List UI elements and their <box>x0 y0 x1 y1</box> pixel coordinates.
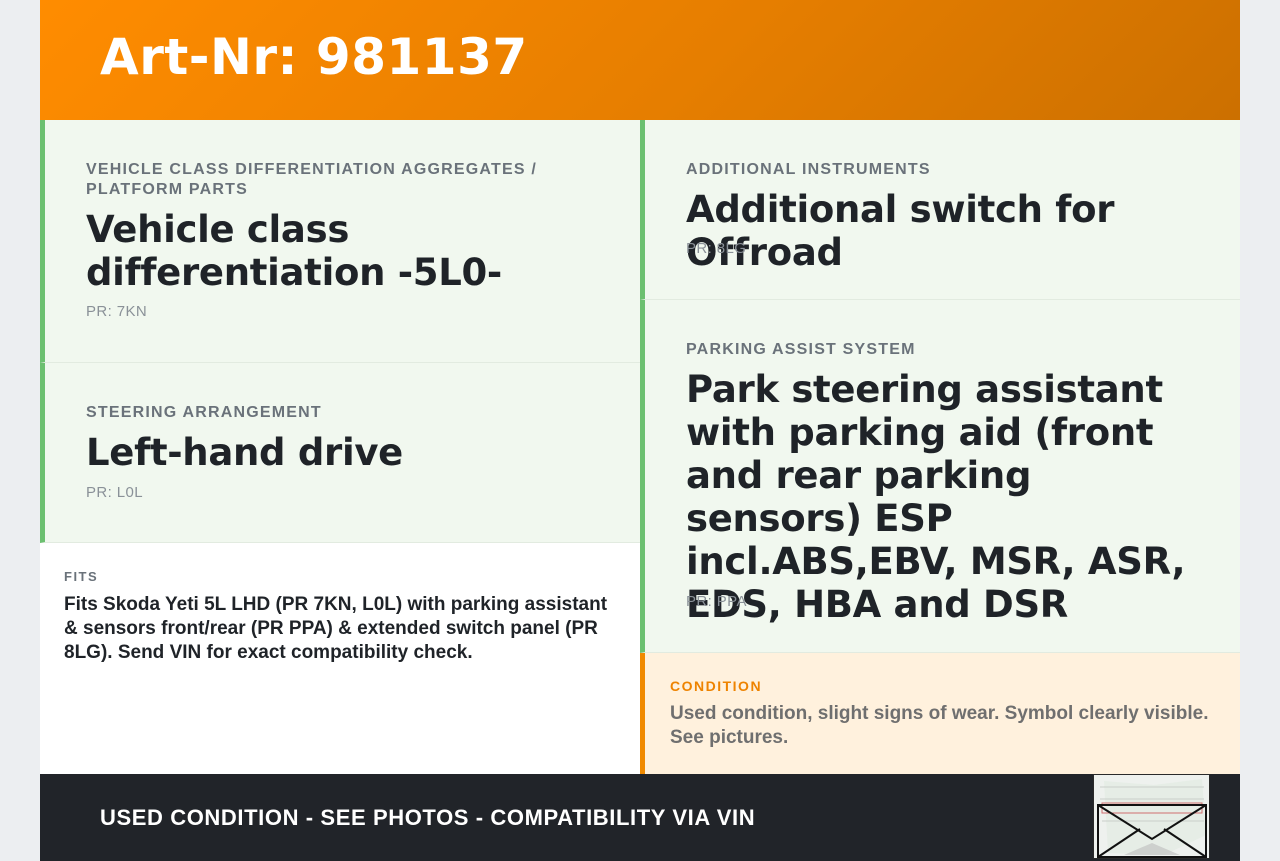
condition-section: CONDITION Used condition, slight signs o… <box>640 653 1240 774</box>
footer-slogan: USED CONDITION - SEE PHOTOS - COMPATIBIL… <box>100 805 756 830</box>
fits-text: Fits Skoda Yeti 5L LHD (PR 7KN, L0L) wit… <box>64 594 608 663</box>
product-sheet: Art-Nr: 981137 VEHICLE CLASS DIFFERENTIA… <box>40 0 1240 861</box>
header-banner: Art-Nr: 981137 <box>40 0 1240 120</box>
card-pr-code: PR: PPA <box>686 593 747 610</box>
fits-section: FITS Fits Skoda Yeti 5L LHD (PR 7KN, L0L… <box>40 543 640 774</box>
card-pr-code: PR: 8LG <box>686 240 747 257</box>
fits-label: FITS <box>64 569 99 584</box>
card-parking-assist: PARKING ASSIST SYSTEM Park steering assi… <box>640 300 1240 653</box>
card-instruments: ADDITIONAL INSTRUMENTS Additional switch… <box>640 120 1240 300</box>
card-value: Left-hand drive <box>86 431 403 474</box>
card-vehicle-class: VEHICLE CLASS DIFFERENTIATION AGGREGATES… <box>40 120 640 363</box>
envelope-icon <box>1094 775 1209 858</box>
card-pr-code: PR: 7KN <box>86 303 148 320</box>
condition-label: CONDITION <box>670 678 763 694</box>
article-number-title: Art-Nr: 981137 <box>100 28 528 86</box>
footer-bar: USED CONDITION - SEE PHOTOS - COMPATIBIL… <box>40 774 1240 861</box>
card-value: Park steering assistant with parking aid… <box>686 368 1186 626</box>
label-photo-thumbnail[interactable] <box>1093 774 1210 859</box>
card-steering: STEERING ARRANGEMENT Left-hand drive PR:… <box>40 363 640 543</box>
condition-text: Used condition, slight signs of wear. Sy… <box>670 703 1209 748</box>
card-category: STEERING ARRANGEMENT <box>86 404 322 421</box>
card-value: Additional switch for Offroad <box>686 188 1115 274</box>
card-pr-code: PR: L0L <box>86 484 143 501</box>
card-category: ADDITIONAL INSTRUMENTS <box>686 161 931 178</box>
card-category: VEHICLE CLASS DIFFERENTIATION AGGREGATES… <box>86 161 538 198</box>
card-category: PARKING ASSIST SYSTEM <box>686 341 916 358</box>
card-value: Vehicle class differentiation -5L0- <box>86 208 502 294</box>
